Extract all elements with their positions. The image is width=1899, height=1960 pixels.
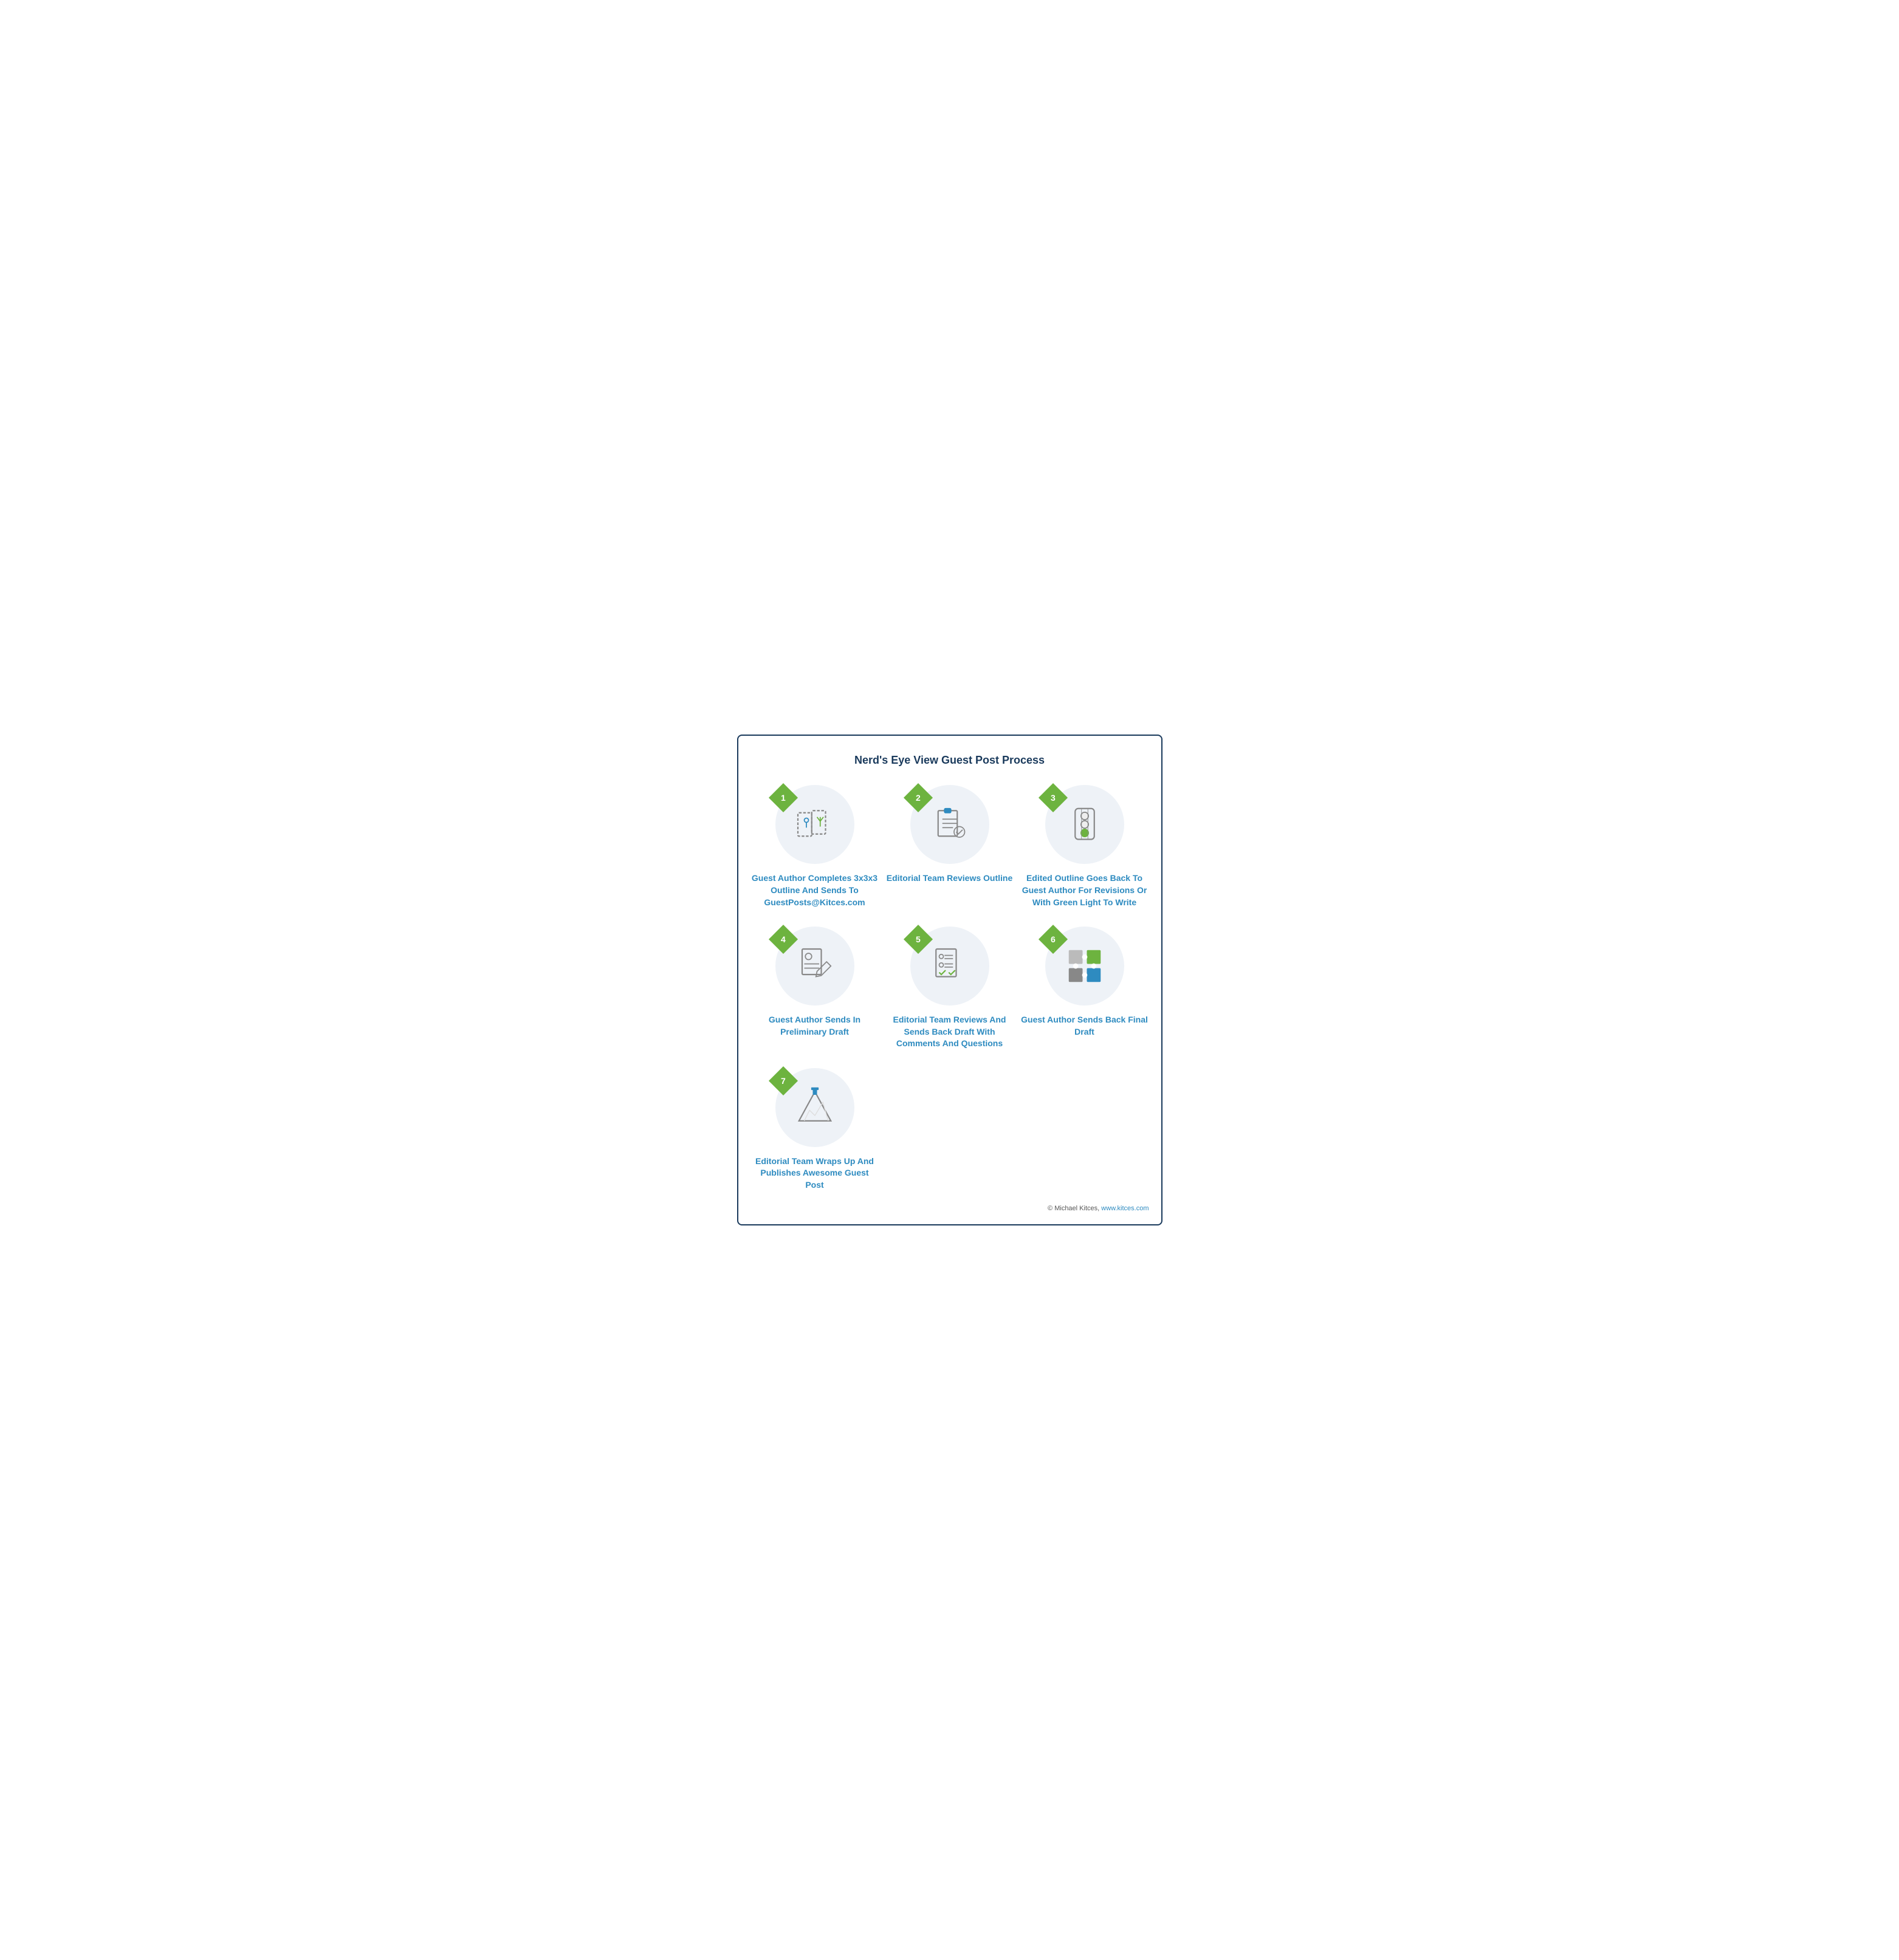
step-2-icon-wrapper: 2 <box>910 785 989 864</box>
footer-text: © Michael Kitces, <box>1048 1205 1101 1212</box>
step-3-label: Edited Outline Goes Back To Guest Author… <box>1020 872 1149 908</box>
step-5: 5 Editorial Team Reviews And Sends Back … <box>885 927 1014 1050</box>
step-6-icon-wrapper: 6 <box>1045 927 1124 1006</box>
footer: © Michael Kitces, www.kitces.com <box>750 1205 1149 1212</box>
main-card: Nerd's Eye View Guest Post Process 1 Gue… <box>737 735 1162 1225</box>
steps-grid: 1 Guest Author Completes 3x3x3 Outline A… <box>750 785 1149 1191</box>
step-4: 4 Guest Author Sends In Preliminary Draf… <box>750 927 879 1050</box>
step-2-label: Editorial Team Reviews Outline <box>887 872 1012 885</box>
step-4-icon-wrapper: 4 <box>775 927 854 1006</box>
step-7: 7 Editorial Team Wraps Up And Publishes … <box>750 1068 879 1191</box>
step-1: 1 Guest Author Completes 3x3x3 Outline A… <box>750 785 879 908</box>
step-6-label: Guest Author Sends Back Final Draft <box>1020 1014 1149 1038</box>
step-5-icon-wrapper: 5 <box>910 927 989 1006</box>
step-6: 6 Guest Author Sends Back Final Draft <box>1020 927 1149 1050</box>
page-title: Nerd's Eye View Guest Post Process <box>750 754 1149 767</box>
step-7-icon-wrapper: 7 <box>775 1068 854 1147</box>
step-1-icon-wrapper: 1 <box>775 785 854 864</box>
step-3: 3 Edited Outline Goes Back To Guest Auth… <box>1020 785 1149 908</box>
step-1-label: Guest Author Completes 3x3x3 Outline And… <box>750 872 879 908</box>
step-4-label: Guest Author Sends In Preliminary Draft <box>750 1014 879 1038</box>
step-2: 2 Editorial Team Reviews Outline <box>885 785 1014 908</box>
footer-link[interactable]: www.kitces.com <box>1101 1205 1149 1212</box>
step-5-label: Editorial Team Reviews And Sends Back Dr… <box>885 1014 1014 1050</box>
step-3-icon-wrapper: 3 <box>1045 785 1124 864</box>
step-7-label: Editorial Team Wraps Up And Publishes Aw… <box>750 1156 879 1191</box>
